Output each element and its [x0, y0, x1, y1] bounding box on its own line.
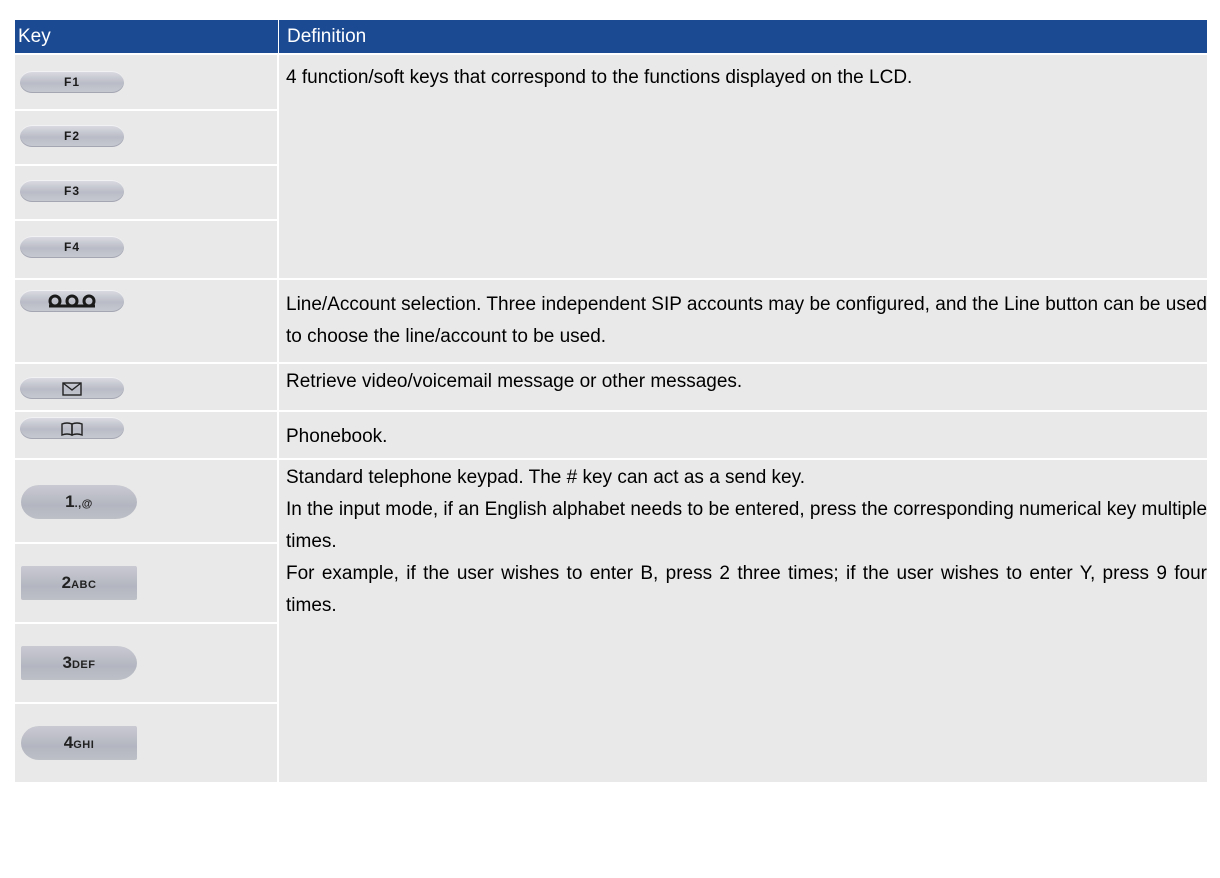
definition-text: Line/Account selection. Three independen…	[286, 294, 1207, 347]
key-1-letters: .,@	[74, 498, 93, 510]
header-divider	[278, 20, 279, 53]
definition-text: Phonebook.	[286, 426, 388, 447]
key-column	[15, 280, 277, 362]
definition-text: Retrieve video/voicemail message or othe…	[286, 371, 743, 392]
header-definition: Definition	[287, 26, 367, 47]
definition-cell: 4 function/soft keys that correspond to …	[279, 55, 1207, 278]
key-cell	[15, 412, 277, 458]
definition-line: For example, if the user wishes to enter…	[286, 563, 1207, 616]
f1-key: F1	[20, 71, 124, 93]
f4-key: F4	[20, 236, 124, 258]
key-cell: F3	[15, 166, 277, 219]
table-row-keypad: 1.,@ 2ABC 3DEF 4GHI Standard telephone k…	[15, 460, 1207, 782]
key-definition-table: Key Definition F1 F2 F3 F4 4 function/so…	[15, 20, 1207, 782]
book-glyph	[61, 422, 83, 436]
table-row-line-key: Line/Account selection. Three independen…	[15, 280, 1207, 362]
definition-line: Standard telephone keypad. The # key can…	[286, 467, 805, 488]
key-1-digit: 1	[65, 492, 75, 511]
table-row-function-keys: F1 F2 F3 F4 4 function/soft keys that co…	[15, 55, 1207, 278]
key-cell: 4GHI	[15, 704, 277, 782]
key-cell: F4	[15, 221, 277, 278]
envelope-icon	[20, 377, 124, 399]
key-4-digit: 4	[63, 733, 74, 752]
key-column	[15, 364, 277, 410]
key-3-button: 3DEF	[21, 646, 137, 680]
key-3-letters: DEF	[71, 659, 96, 671]
definition-cell: Phonebook.	[279, 412, 1207, 458]
table-row-message-key: Retrieve video/voicemail message or othe…	[15, 364, 1207, 410]
book-icon	[20, 417, 124, 439]
key-column: 1.,@ 2ABC 3DEF 4GHI	[15, 460, 277, 782]
definition-cell: Retrieve video/voicemail message or othe…	[279, 364, 1207, 410]
definition-line: In the input mode, if an English alphabe…	[286, 499, 1208, 552]
f3-key: F3	[20, 180, 124, 202]
key-cell	[15, 280, 277, 362]
header-key: Key	[18, 26, 51, 47]
f2-key: F2	[20, 125, 124, 147]
definition-text: 4 function/soft keys that correspond to …	[286, 67, 913, 88]
key-1-button: 1.,@	[21, 485, 137, 519]
key-cell: F2	[15, 111, 277, 164]
key-column	[15, 412, 277, 458]
table-header: Key Definition	[15, 20, 1207, 53]
key-column: F1 F2 F3 F4	[15, 55, 277, 278]
key-cell	[15, 364, 277, 410]
definition-cell: Standard telephone keypad. The # key can…	[279, 460, 1207, 782]
line-key-glyph	[48, 294, 96, 308]
key-4-button: 4GHI	[21, 726, 137, 760]
key-2-button: 2ABC	[21, 566, 137, 600]
key-4-letters: GHI	[73, 739, 95, 751]
envelope-glyph	[62, 382, 82, 396]
key-cell: 1.,@	[15, 460, 277, 542]
definition-text: Standard telephone keypad. The # key can…	[279, 460, 1207, 622]
table-row-phonebook-key: Phonebook.	[15, 412, 1207, 458]
key-2-letters: ABC	[71, 579, 97, 591]
key-cell: F1	[15, 55, 277, 109]
key-2-digit: 2	[61, 573, 72, 592]
key-cell: 2ABC	[15, 544, 277, 622]
key-cell: 3DEF	[15, 624, 277, 702]
definition-cell: Line/Account selection. Three independen…	[279, 280, 1207, 362]
line-key-icon	[20, 290, 124, 312]
key-3-digit: 3	[62, 653, 72, 672]
